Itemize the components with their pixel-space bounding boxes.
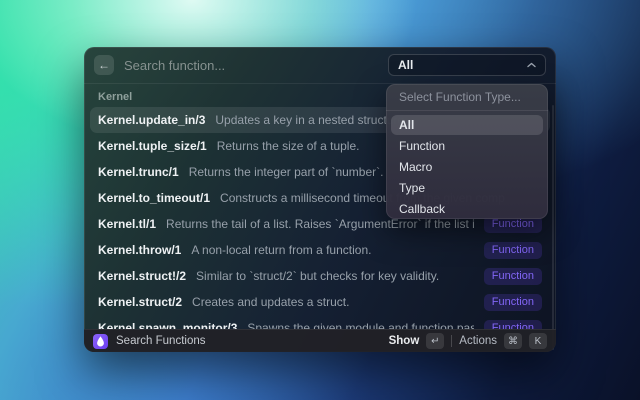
dropdown-option-macro[interactable]: Macro <box>391 157 543 177</box>
function-description: Returns the tail of a list. Raises `Argu… <box>166 217 474 231</box>
function-name: Kernel.throw/1 <box>98 243 182 257</box>
search-header: ← All <box>84 47 556 83</box>
function-name: Kernel.struct/2 <box>98 295 183 309</box>
footer-divider <box>451 335 453 347</box>
list-item[interactable]: Kernel.struct/2 Creates and updates a str… <box>90 289 550 315</box>
function-name: Kernel.to_timeout/1 <box>98 191 211 205</box>
scrollbar[interactable] <box>552 105 554 350</box>
function-name: Kernel.trunc/1 <box>98 165 179 179</box>
actions-button-label[interactable]: Actions <box>459 335 497 347</box>
dropdown-filter-input[interactable] <box>399 90 548 104</box>
function-name: Kernel.tl/1 <box>98 217 157 231</box>
function-type-badge: Function <box>483 319 542 329</box>
function-name: Kernel.spawn_monitor/3 <box>98 321 238 329</box>
list-item[interactable]: Kernel.throw/1 A non-local return from a … <box>90 237 550 263</box>
dropdown-option-callback[interactable]: Callback <box>391 199 543 219</box>
back-button[interactable]: ← <box>94 55 114 75</box>
function-name: Kernel.struct!/2 <box>98 269 187 283</box>
back-arrow-icon: ← <box>98 58 110 72</box>
dropdown-search <box>386 84 548 110</box>
function-description: A non-local return from a function. <box>191 243 372 257</box>
function-type-badge: Function <box>483 293 542 311</box>
list-item[interactable]: Kernel.struct!/2 Similar to `struct/2` bu… <box>90 263 550 289</box>
function-description: Spawns the given module and function pas… <box>247 321 474 329</box>
function-type-dropdown: AllFunctionMacroTypeCallback <box>386 84 548 219</box>
function-type-select-value: All <box>398 58 414 72</box>
footer-app-name: Search Functions <box>116 335 206 347</box>
function-type-badge: Function <box>483 241 542 259</box>
command-palette-window: ← All Kernel Kernel.update_in/3Updates a… <box>84 47 556 352</box>
elixir-drop-icon <box>93 333 108 349</box>
command-keycap[interactable]: ⌘ <box>504 333 522 349</box>
function-name: Kernel.update_in/3 <box>98 113 206 127</box>
k-keycap[interactable]: K <box>529 333 547 349</box>
function-description: Similar to `struct/2` but checks for key… <box>196 269 440 283</box>
function-type-badge: Function <box>483 267 542 285</box>
list-item[interactable]: Kernel.spawn_monitor/3 Spawns the given m… <box>90 315 550 329</box>
footer-actions: Show ↵ Actions ⌘ K <box>389 333 547 349</box>
dropdown-option-function[interactable]: Function <box>391 136 543 156</box>
show-button-label[interactable]: Show <box>389 335 420 347</box>
function-type-select[interactable]: All <box>388 54 546 76</box>
footer-bar: Search Functions Show ↵ Actions ⌘ K <box>84 329 556 352</box>
chevron-up-icon <box>527 62 536 68</box>
dropdown-options: All Function Macro Type Callback <box>386 111 548 219</box>
function-name: Kernel.tuple_size/1 <box>98 139 207 153</box>
enter-keycap[interactable]: ↵ <box>426 333 445 349</box>
search-input[interactable] <box>124 57 378 73</box>
dropdown-option-all[interactable]: All <box>391 115 543 135</box>
dropdown-option-type[interactable]: Type <box>391 178 543 198</box>
function-description: Creates and updates a struct. <box>192 295 350 309</box>
